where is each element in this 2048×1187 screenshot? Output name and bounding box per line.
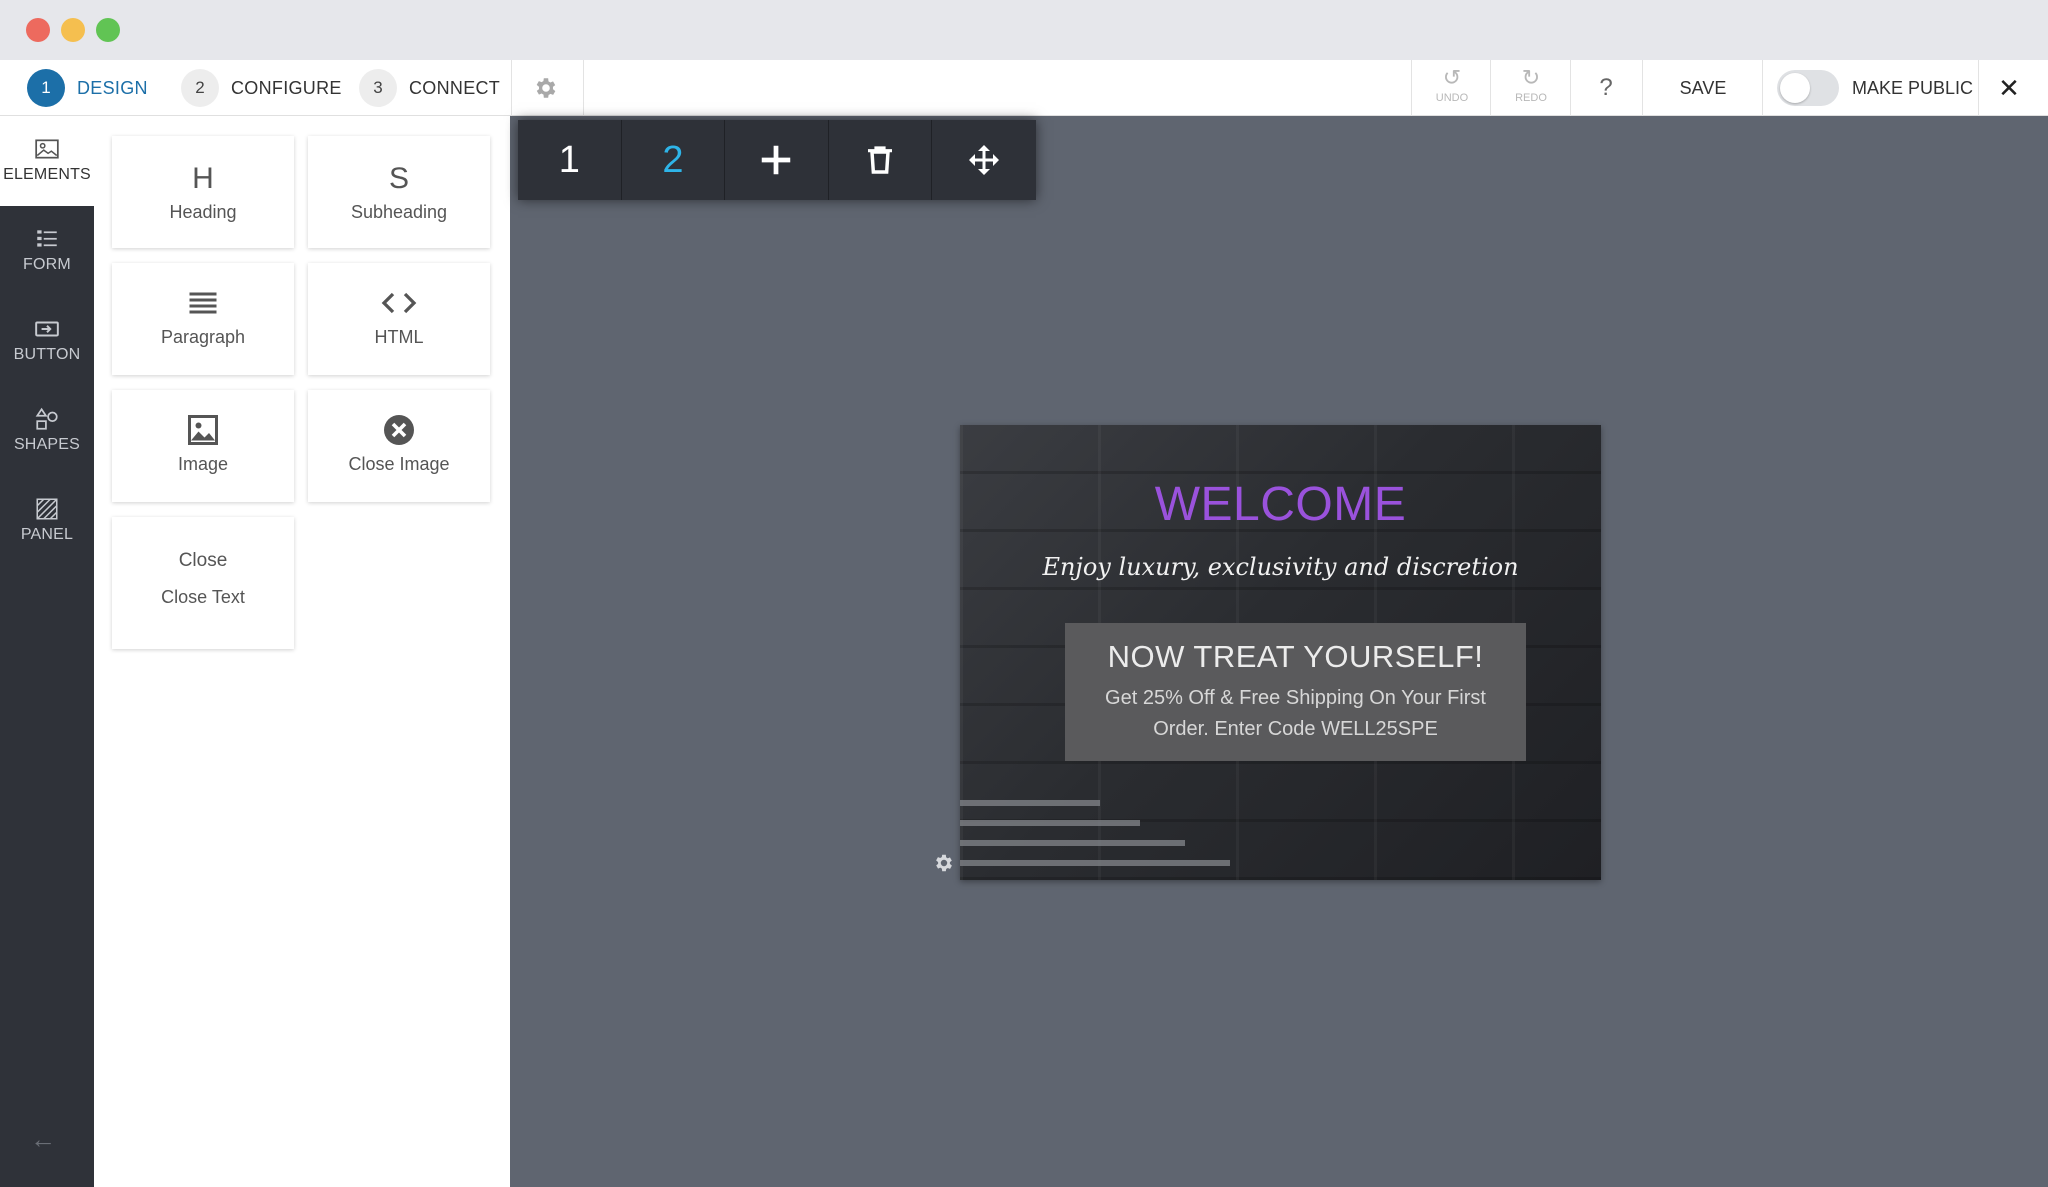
popup-preview[interactable]: WELCOME Enjoy luxury, exclusivity and di… <box>960 425 1601 880</box>
image-icon <box>188 415 218 445</box>
element-html[interactable]: HTML <box>308 263 490 375</box>
rail-label: BUTTON <box>13 346 81 363</box>
step-number: 2 <box>181 69 219 107</box>
settings-gear-icon[interactable] <box>531 73 561 103</box>
step-number: 1 <box>27 69 65 107</box>
stair-decoration <box>960 800 1100 806</box>
step-connect[interactable]: 3 CONNECT <box>359 69 500 107</box>
add-page-button[interactable] <box>725 120 829 200</box>
offer-heading: NOW TREAT YOURSELF! <box>1107 639 1484 674</box>
delete-page-button[interactable] <box>829 120 933 200</box>
rail-item-shapes[interactable]: SHAPES <box>0 386 94 476</box>
page-tab-2[interactable]: 2 <box>622 120 726 200</box>
offer-body: Get 25% Off & Free Shipping On Your Firs… <box>1105 687 1486 740</box>
element-close-text[interactable]: Close Close Text <box>112 517 294 649</box>
toolbar-divider <box>1411 60 1412 116</box>
toolbar-divider <box>1978 60 1979 116</box>
element-close-image[interactable]: Close Image <box>308 390 490 502</box>
rail-item-button[interactable]: BUTTON <box>0 296 94 386</box>
redo-label: REDO <box>1515 92 1547 104</box>
window-titlebar <box>0 0 2048 60</box>
step-design[interactable]: 1 DESIGN <box>27 69 148 107</box>
element-name: Image <box>177 454 229 474</box>
stair-decoration <box>960 860 1230 866</box>
rail-item-elements[interactable]: ELEMENTS <box>0 116 94 206</box>
plus-icon <box>762 145 791 175</box>
popup-settings-gear-icon[interactable] <box>933 852 955 874</box>
step-label: CONNECT <box>409 77 501 98</box>
image-icon <box>35 139 59 159</box>
save-button[interactable]: SAVE <box>1660 60 1746 116</box>
element-name: Close Image <box>348 454 450 474</box>
trash-icon <box>868 146 893 174</box>
paragraph-icon <box>189 292 217 314</box>
top-toolbar: 1 DESIGN 2 CONFIGURE 3 CONNECT ↺ UNDO ↻ … <box>0 60 2048 116</box>
rail-label: FORM <box>23 256 71 273</box>
element-name: Heading <box>169 202 237 222</box>
undo-button[interactable]: ↺ UNDO <box>1422 66 1482 110</box>
left-rail: ELEMENTS FORM BUTTON SHAPES PANEL ← <box>0 116 94 1187</box>
make-public-label: MAKE PUBLIC <box>1852 77 1974 98</box>
element-name: HTML <box>374 327 424 347</box>
rail-label: SHAPES <box>13 436 81 453</box>
page-toolbar: 1 2 <box>518 120 1036 200</box>
element-name: Close Text <box>161 587 245 607</box>
subheading-glyph: S <box>388 162 409 195</box>
form-list-icon <box>37 230 57 247</box>
move-page-button[interactable] <box>932 120 1036 200</box>
toolbar-divider <box>1570 60 1571 116</box>
stair-decoration <box>960 820 1140 826</box>
undo-label: UNDO <box>1435 92 1469 104</box>
rail-label: PANEL <box>20 526 74 543</box>
toolbar-divider <box>1642 60 1643 116</box>
rail-item-form[interactable]: FORM <box>0 206 94 296</box>
element-paragraph[interactable]: Paragraph <box>112 263 294 375</box>
window-close-dot[interactable] <box>26 18 50 42</box>
window-minimize-dot[interactable] <box>61 18 85 42</box>
toolbar-divider <box>583 60 584 116</box>
element-name: Paragraph <box>160 327 246 347</box>
stair-decoration <box>960 840 1185 846</box>
rail-item-panel[interactable]: PANEL <box>0 476 94 566</box>
close-text-glyph: Close <box>178 550 228 571</box>
elements-palette: H Heading S Subheading Paragraph HTML Im… <box>94 116 510 1187</box>
step-number: 3 <box>359 69 397 107</box>
panel-icon <box>36 498 58 520</box>
button-icon <box>35 321 59 337</box>
undo-icon: ↺ <box>1442 65 1462 90</box>
page-tab-1[interactable]: 1 <box>518 120 622 200</box>
toggle-knob <box>1780 73 1810 103</box>
element-image[interactable]: Image <box>112 390 294 502</box>
move-icon <box>969 145 1000 175</box>
window-maximize-dot[interactable] <box>96 18 120 42</box>
popup-tagline[interactable]: Enjoy luxury, exclusivity and discretion <box>960 553 1601 581</box>
step-label: DESIGN <box>77 77 148 98</box>
make-public-toggle[interactable] <box>1777 70 1839 106</box>
step-configure[interactable]: 2 CONFIGURE <box>181 69 342 107</box>
rail-label: ELEMENTS <box>3 166 91 183</box>
toolbar-divider <box>511 60 512 116</box>
toolbar-divider <box>1762 60 1763 116</box>
popup-title[interactable]: WELCOME <box>960 477 1601 532</box>
close-editor-button[interactable]: ✕ <box>1994 73 2024 103</box>
toolbar-divider <box>1490 60 1491 116</box>
redo-button[interactable]: ↻ REDO <box>1501 66 1561 110</box>
offer-box[interactable]: NOW TREAT YOURSELF! Get 25% Off & Free S… <box>1065 623 1526 761</box>
code-icon <box>381 292 417 314</box>
step-label: CONFIGURE <box>231 77 342 98</box>
shapes-icon <box>35 407 58 430</box>
heading-glyph: H <box>192 162 214 195</box>
back-arrow-icon[interactable]: ← <box>28 1124 58 1154</box>
help-button[interactable]: ? <box>1591 73 1621 103</box>
element-name: Subheading <box>350 202 448 222</box>
element-heading[interactable]: H Heading <box>112 136 294 248</box>
element-subheading[interactable]: S Subheading <box>308 136 490 248</box>
close-circle-icon <box>384 415 414 445</box>
redo-icon: ↻ <box>1521 65 1541 90</box>
